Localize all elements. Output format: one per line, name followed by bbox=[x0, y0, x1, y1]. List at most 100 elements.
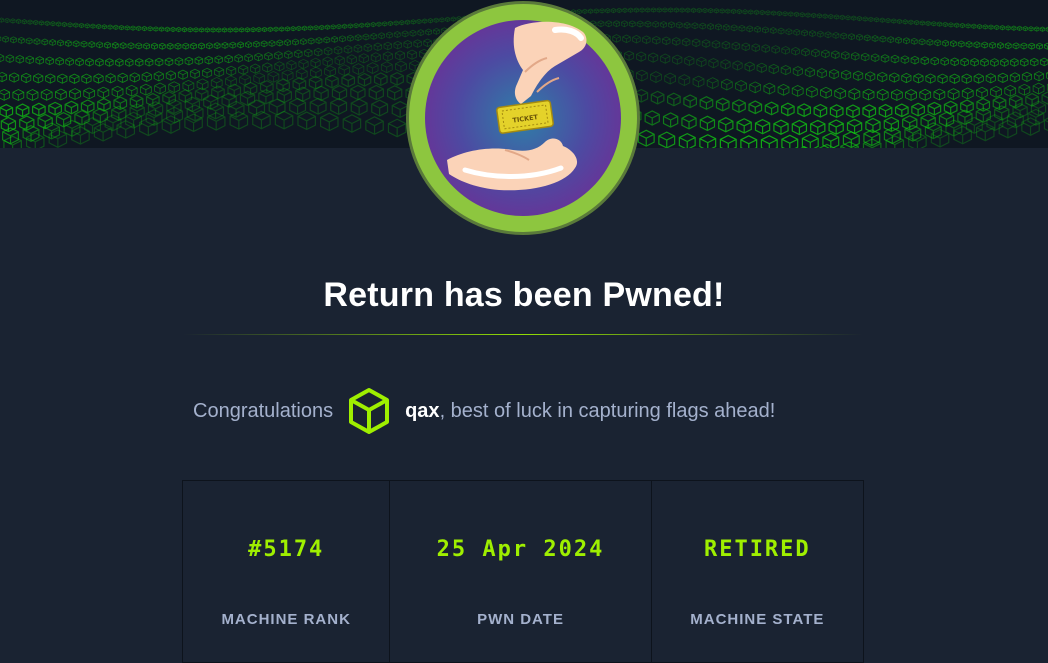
wave-cube bbox=[919, 88, 932, 101]
wave-cube bbox=[324, 24, 331, 30]
wave-cube bbox=[227, 27, 233, 33]
wave-cube bbox=[905, 89, 917, 101]
machine-avatar: TICKET bbox=[405, 0, 641, 236]
wave-cube bbox=[346, 54, 357, 65]
wave-cube bbox=[801, 29, 808, 37]
username-link[interactable]: qax bbox=[405, 400, 439, 423]
wave-cube bbox=[1043, 42, 1048, 50]
wave-cube bbox=[382, 21, 388, 27]
wave-cube bbox=[667, 92, 681, 107]
wave-cube bbox=[894, 103, 909, 118]
wave-cube bbox=[792, 66, 803, 77]
stat-machine-rank: #5174 MACHINE RANK bbox=[183, 481, 391, 662]
wave-cube bbox=[239, 27, 245, 33]
wave-cube bbox=[989, 41, 996, 49]
wave-cube bbox=[833, 14, 840, 20]
wave-cube bbox=[276, 39, 284, 47]
wave-cube bbox=[214, 55, 223, 64]
wave-cube bbox=[343, 45, 353, 54]
wave-cube bbox=[707, 23, 715, 30]
wave-cube bbox=[383, 41, 393, 51]
wave-cube bbox=[914, 19, 920, 26]
wave-cube bbox=[286, 60, 297, 71]
wave-cube bbox=[845, 15, 851, 21]
wave-cube bbox=[2, 35, 10, 43]
wave-cube bbox=[759, 9, 765, 16]
wave-cube bbox=[702, 7, 708, 14]
wave-cube bbox=[741, 42, 751, 52]
title-divider bbox=[183, 334, 863, 335]
wave-cube bbox=[370, 32, 378, 40]
wave-cube bbox=[813, 103, 828, 118]
machine-state-value: RETIRED bbox=[703, 537, 811, 562]
wave-cube bbox=[871, 35, 879, 42]
wave-cube bbox=[309, 97, 327, 115]
wave-cube bbox=[768, 63, 779, 75]
wave-cube bbox=[793, 28, 801, 36]
wave-cube bbox=[203, 94, 219, 110]
wave-cube bbox=[841, 69, 852, 81]
wave-cube bbox=[648, 52, 659, 63]
wave-cube bbox=[83, 87, 96, 100]
wave-cube bbox=[895, 36, 902, 44]
wave-cube bbox=[111, 41, 119, 49]
wave-cube bbox=[141, 71, 152, 82]
congrats-lead-text: Congratulations bbox=[193, 399, 334, 422]
wave-cube bbox=[678, 74, 691, 86]
wave-cube bbox=[350, 84, 366, 101]
wave-cube bbox=[93, 122, 113, 142]
wave-cube bbox=[25, 37, 33, 45]
wave-cube bbox=[0, 17, 5, 23]
wave-cube bbox=[370, 52, 381, 63]
wave-cube bbox=[119, 42, 127, 50]
wave-cube bbox=[821, 49, 830, 59]
wave-cube bbox=[129, 103, 145, 119]
wave-cube bbox=[908, 19, 914, 25]
wave-cube bbox=[961, 87, 974, 100]
wave-cube bbox=[1018, 83, 1031, 96]
wave-cube bbox=[113, 24, 119, 31]
wave-cube bbox=[17, 36, 25, 44]
wave-cube bbox=[1021, 71, 1032, 82]
wave-cube bbox=[862, 88, 875, 101]
wave-cube bbox=[347, 23, 353, 29]
wave-cube bbox=[33, 38, 41, 45]
wave-cube bbox=[331, 35, 339, 43]
wave-cube bbox=[791, 46, 800, 56]
wave-cube bbox=[902, 37, 910, 45]
wave-cube bbox=[289, 97, 307, 115]
wave-cube bbox=[706, 77, 719, 89]
wave-cube bbox=[683, 21, 691, 29]
wave-cube bbox=[870, 53, 880, 63]
wave-cube bbox=[761, 44, 770, 53]
wave-cube bbox=[933, 88, 946, 101]
wave-cube bbox=[78, 22, 85, 29]
wave-cube bbox=[896, 18, 903, 25]
wave-cube bbox=[691, 22, 699, 30]
wave-cube bbox=[304, 48, 313, 58]
wave-cube bbox=[828, 13, 834, 20]
wave-cube bbox=[221, 27, 228, 33]
wave-cube bbox=[992, 96, 1007, 111]
stat-pwn-date: 25 Apr 2024 PWN DATE bbox=[390, 481, 652, 662]
wave-cube bbox=[850, 51, 860, 61]
wave-cube bbox=[748, 9, 754, 15]
wave-cube bbox=[21, 19, 27, 25]
wave-cube bbox=[701, 39, 711, 48]
wave-cube bbox=[650, 7, 657, 13]
wave-cube bbox=[134, 58, 144, 67]
wave-cube bbox=[234, 54, 243, 63]
wave-cube bbox=[754, 25, 761, 33]
wave-cube bbox=[390, 71, 404, 86]
wave-cube bbox=[841, 51, 850, 60]
wave-cube bbox=[111, 85, 124, 98]
wave-cube bbox=[168, 81, 181, 94]
wave-cube bbox=[683, 94, 698, 109]
wave-cube bbox=[692, 75, 705, 88]
wave-cube bbox=[773, 119, 789, 135]
wave-cube bbox=[370, 21, 376, 28]
wave-cube bbox=[1043, 117, 1048, 132]
wave-cube bbox=[362, 33, 370, 41]
wave-cube bbox=[12, 89, 25, 101]
wave-cube bbox=[1000, 58, 1009, 67]
